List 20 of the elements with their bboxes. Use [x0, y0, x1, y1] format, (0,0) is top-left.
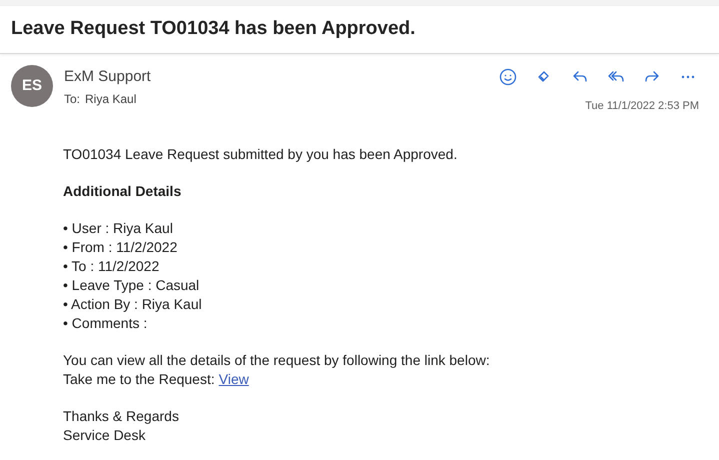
recipient-name: Riya Kaul — [85, 91, 136, 108]
detail-item: • User : Riya Kaul — [63, 218, 174, 238]
view-link[interactable]: View — [218, 370, 249, 388]
link-label: Take me to the Request: — [63, 370, 215, 388]
detail-item: • To : 11/2/2022 — [63, 256, 160, 276]
detail-item: • Comments : — [63, 314, 148, 332]
email-date: Tue 11/1/2022 2:53 PM — [585, 99, 699, 114]
email-subject: Leave Request TO01034 has been Approved. — [11, 17, 416, 42]
detail-item: • From : 11/2/2022 — [63, 238, 178, 256]
detail-item: • Action By : Riya Kaul — [63, 294, 203, 314]
closing-text: Thanks & Regards — [63, 406, 180, 426]
details-heading: Additional Details — [63, 182, 182, 200]
link-instruction: You can view all the details of the request by following the link below: — [63, 350, 491, 370]
smiley-icon[interactable] — [499, 68, 517, 86]
sender-avatar: ES — [11, 65, 53, 107]
sender-name: ExM Support — [64, 67, 152, 87]
intro-text: TO01034 Leave Request submitted by you has been Approved. — [63, 144, 458, 164]
detail-item: • Leave Type : Casual — [63, 276, 200, 294]
to-label: To: — [64, 91, 80, 108]
closing-text: Service Desk — [63, 426, 146, 444]
